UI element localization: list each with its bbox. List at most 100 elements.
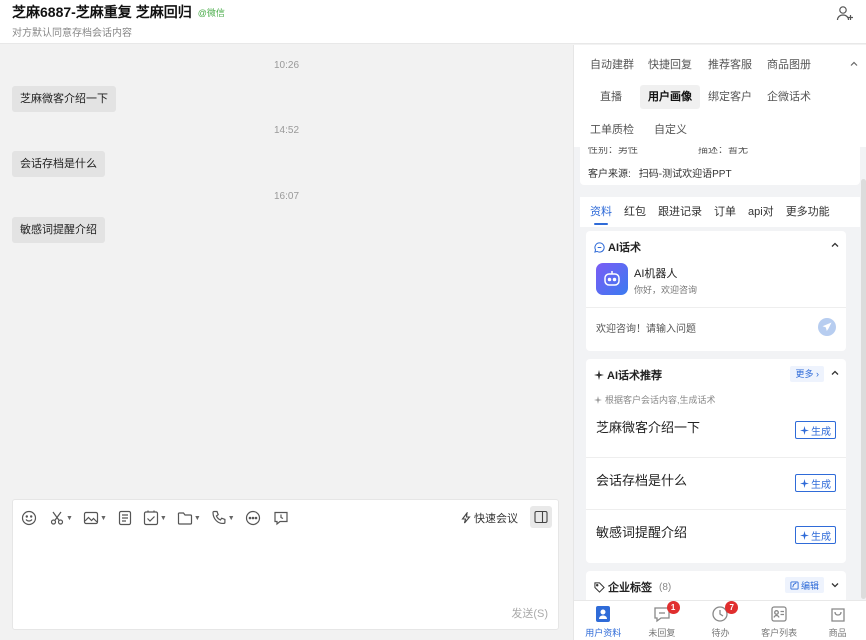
sparkle-icon: [594, 370, 604, 380]
tab-profile[interactable]: 资料: [590, 197, 612, 227]
todo-badge: 7: [725, 601, 739, 614]
emoji-icon: [21, 510, 37, 526]
menu-custom[interactable]: 自定义: [646, 118, 695, 142]
menu-wecom-script[interactable]: 企微话术: [759, 85, 819, 109]
ai-recommend-card: AI话术推荐 更多 › 根据客户会话内容,生成话术 芝麻微客介绍一下 生成 会话…: [586, 359, 846, 563]
tab-orders[interactable]: 订单: [714, 197, 736, 227]
sparkle-icon: [800, 530, 809, 540]
bot-greeting: 你好，欢迎咨询: [634, 285, 698, 295]
menu-recommend-service[interactable]: 推荐客服: [700, 53, 760, 77]
edit-tags-button[interactable]: 编辑: [784, 577, 824, 593]
panel-scrollbar[interactable]: [861, 179, 866, 599]
image-icon: [83, 511, 99, 525]
side-panel: 自动建群 快捷回复 推荐客服 商品图册 直播 用户画像 绑定客户 企微话术 工单…: [573, 45, 866, 640]
chevron-down-icon[interactable]: ▼: [160, 515, 167, 522]
sparkle-icon: [800, 425, 809, 435]
add-user-button[interactable]: [834, 4, 856, 22]
user-card-icon: [596, 606, 611, 622]
message-clock-icon: [274, 511, 288, 526]
tab-follow-up[interactable]: 跟进记录: [658, 197, 702, 227]
ai-script-title: AI话术: [594, 239, 641, 255]
message-time: 16:07: [273, 191, 300, 202]
customer-source-row: 客户来源: 扫码-测试欢迎语PPT: [588, 165, 732, 180]
robot-icon: [604, 271, 620, 286]
contact-list-icon: [771, 606, 787, 622]
desc-value: 暂无: [728, 147, 748, 156]
gender-label: 性别：: [588, 147, 618, 156]
tag-count: (8): [659, 581, 672, 593]
gender-value: 男性: [618, 147, 638, 156]
paper-plane-icon: [822, 322, 832, 331]
chevron-down-icon[interactable]: ▼: [228, 515, 235, 522]
message-bubble[interactable]: 会话存档是什么: [12, 151, 105, 177]
task-button[interactable]: ▼: [143, 508, 173, 528]
lightning-icon: [461, 512, 471, 524]
more-button[interactable]: 更多 ›: [790, 366, 824, 382]
ai-question-input[interactable]: 欢迎咨询！请输入问题: [586, 307, 846, 347]
side-panel-toggle[interactable]: [530, 506, 552, 528]
nav-unreplied[interactable]: 1 未回复: [633, 601, 692, 640]
recommend-text: 会话存档是什么: [596, 473, 688, 488]
emoji-button[interactable]: [21, 508, 37, 528]
recommend-text: 敏感词提醒介绍: [596, 525, 688, 540]
chevron-up-icon[interactable]: [849, 59, 859, 69]
menu-ticket-qc[interactable]: 工单质检: [582, 118, 642, 142]
chevron-up-icon[interactable]: [830, 240, 840, 250]
scissors-icon: [50, 511, 64, 525]
sparkle-icon: [594, 395, 602, 404]
message-composer[interactable]: ▼ ▼ ▼ ▼ ▼ 快速会议 发送(S): [12, 499, 559, 630]
chat-history-button[interactable]: [273, 508, 289, 528]
chevron-down-icon[interactable]: [830, 580, 840, 590]
customer-info-card: 性别：男性 描述：暂无 客户来源: 扫码-测试欢迎语PPT: [580, 147, 860, 185]
menu-product-album[interactable]: 商品图册: [759, 53, 819, 77]
chevron-up-icon[interactable]: [830, 368, 840, 378]
edit-icon: [790, 580, 799, 590]
chevron-down-icon[interactable]: ▼: [66, 515, 73, 522]
message-bubble[interactable]: 敏感词提醒介绍: [12, 217, 105, 243]
screenshot-button[interactable]: ▼: [49, 508, 79, 528]
wechat-tag: @微信: [197, 7, 225, 18]
generate-button[interactable]: 生成: [795, 474, 836, 492]
checkbox-icon: [143, 510, 158, 526]
menu-auto-group[interactable]: 自动建群: [582, 53, 642, 77]
nav-customer-list[interactable]: 客户列表: [750, 601, 809, 640]
title-row: 芝麻6887-芝麻重复 芝麻回归 @微信: [12, 2, 225, 22]
generate-button[interactable]: 生成: [795, 421, 836, 439]
bot-name: AI机器人: [634, 268, 678, 280]
image-button[interactable]: ▼: [83, 508, 113, 528]
chevron-down-icon[interactable]: ▼: [100, 515, 107, 522]
tab-red-packet[interactable]: 红包: [624, 197, 646, 227]
call-button[interactable]: ▼: [211, 508, 241, 528]
tab-api[interactable]: api对: [748, 197, 774, 227]
document-icon: [118, 510, 131, 526]
add-user-icon: [836, 6, 853, 21]
folder-button[interactable]: ▼: [177, 508, 207, 528]
customer-gender-row: 性别：男性 描述：暂无: [588, 147, 748, 156]
recommend-item: 敏感词提醒介绍 生成: [586, 509, 846, 561]
file-button[interactable]: [117, 508, 133, 528]
menu-bind-customer[interactable]: 绑定客户: [700, 85, 760, 109]
ai-script-card: AI话术 AI机器人 你好，欢迎咨询 欢迎咨询！请输入问题: [586, 231, 846, 351]
message-time: 14:52: [273, 125, 300, 136]
profile-tabs: 资料 红包 跟进记录 订单 api对 更多功能: [580, 197, 860, 227]
nav-products[interactable]: 商品: [808, 601, 866, 640]
nav-todo[interactable]: 7 待办: [691, 601, 750, 640]
send-button[interactable]: 发送(S): [511, 605, 548, 621]
message-bubble[interactable]: 芝麻微客介绍一下: [12, 86, 116, 112]
quick-meeting-button[interactable]: 快速会议: [460, 510, 518, 526]
bottom-nav: 用户资料 1 未回复 7 待办 客户列表 商品: [574, 600, 866, 640]
menu-live[interactable]: 直播: [592, 85, 630, 109]
source-label: 客户来源:: [588, 169, 631, 180]
archive-notice: 对方默认同意存档会话内容: [12, 28, 132, 39]
chevron-down-icon[interactable]: ▼: [194, 515, 201, 522]
more-button[interactable]: [245, 508, 261, 528]
tab-more-features[interactable]: 更多功能: [786, 197, 830, 227]
ai-send-button[interactable]: [818, 318, 836, 336]
menu-user-profile[interactable]: 用户画像: [640, 85, 700, 109]
nav-user-profile[interactable]: 用户资料: [574, 601, 633, 640]
menu-quick-reply[interactable]: 快捷回复: [640, 53, 700, 77]
shopping-bag-icon: [831, 608, 845, 622]
source-value: 扫码-测试欢迎语PPT: [638, 169, 732, 180]
generate-button[interactable]: 生成: [795, 526, 836, 544]
quick-meeting-label: 快速会议: [474, 513, 518, 525]
